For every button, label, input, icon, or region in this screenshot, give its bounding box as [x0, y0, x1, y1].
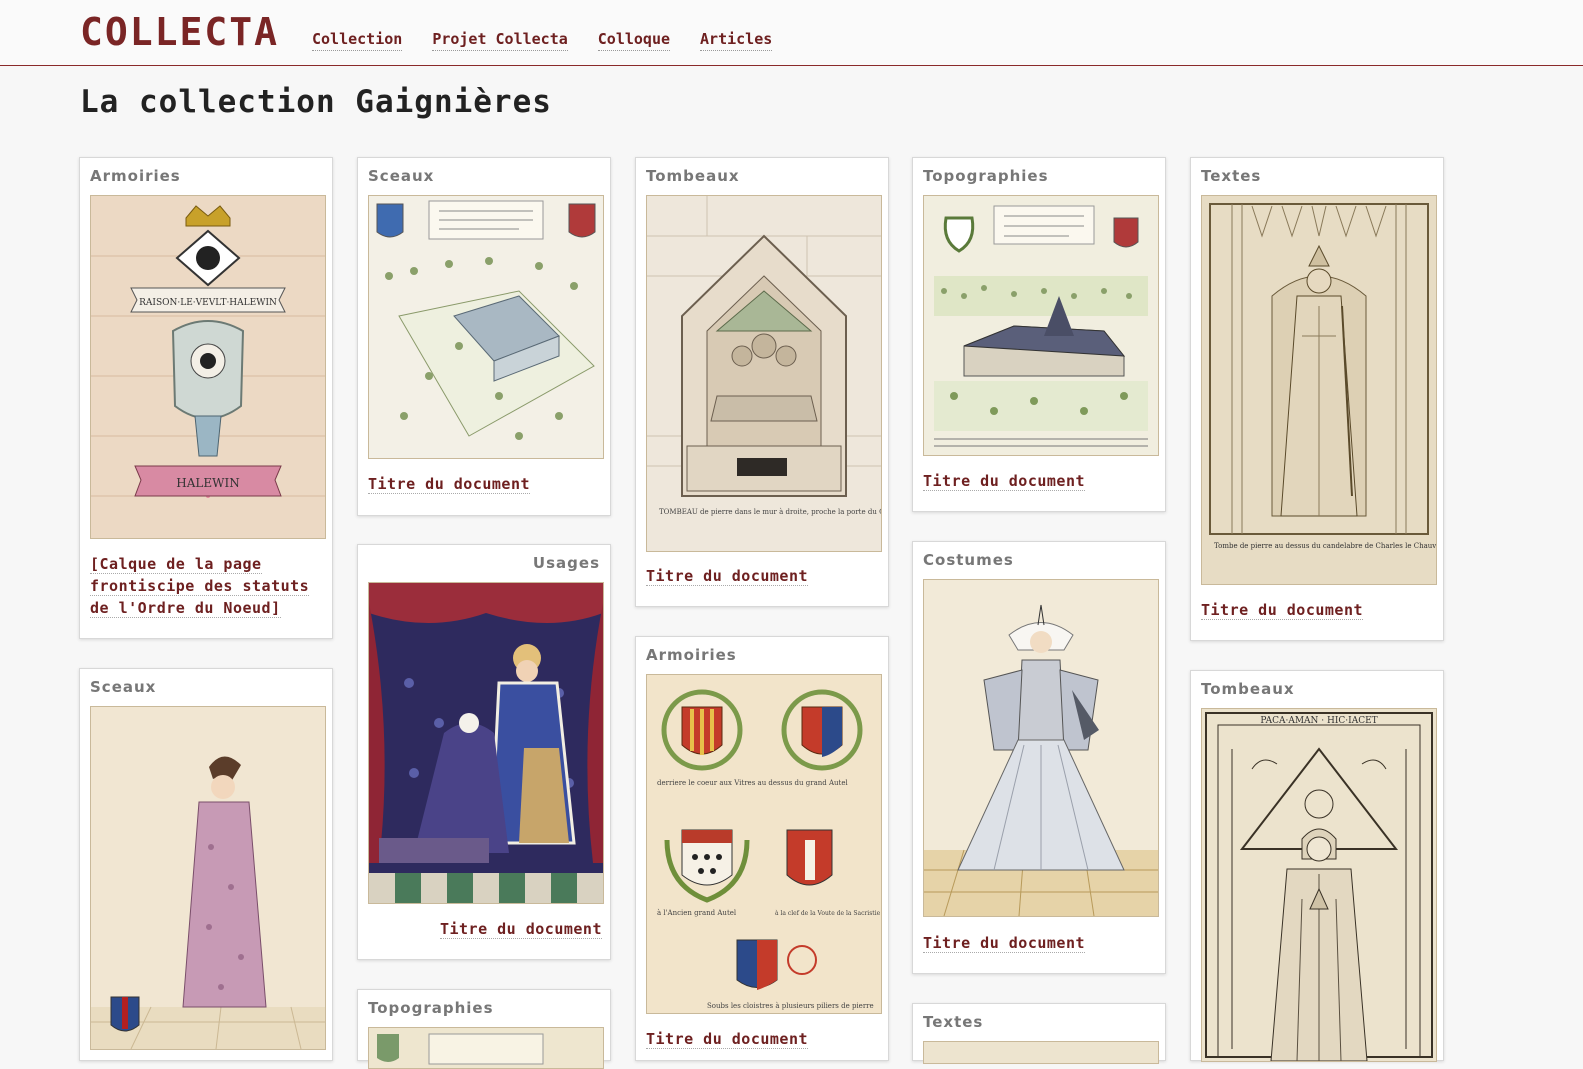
collection-card[interactable]: Tombeaux PACA·AMAN · HIC·IACET	[1190, 670, 1444, 1062]
card-thumbnail[interactable]	[368, 582, 604, 904]
card-thumbnail[interactable]: PACA·AMAN · HIC·IACET	[1201, 708, 1437, 1062]
card-category: Textes	[1201, 167, 1262, 185]
collection-card[interactable]: Armoiries RAISON·LE·VEVLT·HALEWIN HALEWI…	[79, 157, 333, 639]
card-thumbnail[interactable]: Tombe de pierre au dessus du candelabre …	[1201, 195, 1437, 585]
card-category: Topographies	[368, 999, 494, 1017]
card-title-link[interactable]: Titre du document	[368, 473, 602, 495]
nav-colloque[interactable]: Colloque	[597, 30, 671, 51]
card-title-link[interactable]: Titre du document	[923, 932, 1157, 954]
card-title-link[interactable]: Titre du document	[368, 918, 602, 940]
main-nav: Collection Projet Collecta Colloque Arti…	[312, 30, 773, 51]
collection-card[interactable]: Armoiries derriere le coeur aux Vitres a…	[635, 636, 889, 1061]
card-thumbnail[interactable]	[923, 195, 1159, 456]
textes-caption-text: Tombe de pierre au dessus du candelabre …	[1214, 542, 1436, 550]
card-thumbnail[interactable]: TOMBEAU de pierre dans le mur à droite, …	[646, 195, 882, 552]
card-title-link[interactable]: Titre du document	[1201, 599, 1435, 621]
collection-card[interactable]: Costumes Titre du document	[912, 541, 1166, 974]
arm-caption-3: à la clef de la Voute de la Sacristie	[775, 910, 881, 917]
collection-card[interactable]: Tombeaux TOMBEAU de pierre dans le mur à…	[635, 157, 889, 607]
arm-caption-1: derriere le coeur aux Vitres au dessus d…	[657, 779, 849, 787]
halewin-motto-text: RAISON·LE·VEVLT·HALEWIN	[139, 298, 277, 308]
card-title-link[interactable]: Titre du document	[646, 565, 880, 587]
tombeau-caption-text: TOMBEAU de pierre dans le mur à droite, …	[659, 507, 881, 516]
card-title: Titre du document	[646, 567, 809, 586]
card-title: Titre du document	[646, 1030, 809, 1049]
nav-collection[interactable]: Collection	[312, 30, 403, 51]
arm-caption-4: Soubs les cloistres à plusieurs piliers …	[707, 1001, 874, 1010]
card-category: Sceaux	[368, 167, 435, 185]
collection-card[interactable]: Topographies Titre du document	[912, 157, 1166, 512]
card-thumbnail[interactable]: derriere le coeur aux Vitres au dessus d…	[646, 674, 882, 1014]
card-thumbnail[interactable]	[368, 195, 604, 459]
collection-card[interactable]: Topographies	[357, 989, 611, 1069]
card-title: Titre du document	[439, 920, 602, 939]
card-thumbnail[interactable]	[90, 706, 326, 1050]
card-category: Tombeaux	[1201, 680, 1295, 698]
card-category: Armoiries	[90, 167, 181, 185]
card-category: Sceaux	[90, 678, 157, 696]
nav-articles[interactable]: Articles	[700, 30, 773, 51]
card-title-link[interactable]: Titre du document	[923, 470, 1157, 492]
collection-card[interactable]: Sceaux	[79, 668, 333, 1061]
arm-caption-2: à l'Ancien grand Autel	[657, 908, 737, 917]
card-category: Textes	[923, 1013, 984, 1031]
card-thumbnail[interactable]: RAISON·LE·VEVLT·HALEWIN HALEWIN	[90, 195, 326, 539]
tombeau2-top-text: PACA·AMAN · HIC·IACET	[1260, 716, 1377, 726]
card-title: [Calque de la page frontiscipe des statu…	[90, 555, 310, 618]
card-title: Titre du document	[923, 472, 1086, 491]
collection-card[interactable]: Textes Tombe de pierre au dessus du cand…	[1190, 157, 1444, 641]
card-category: Armoiries	[646, 646, 737, 664]
card-category: Usages	[532, 554, 600, 572]
card-title: Titre du document	[923, 934, 1086, 953]
nav-projet-collecta[interactable]: Projet Collecta	[432, 30, 568, 51]
card-category: Costumes	[923, 551, 1014, 569]
page-title: La collection Gaignières	[80, 84, 552, 120]
card-category: Topographies	[923, 167, 1049, 185]
collection-card[interactable]: Usages Titre du document	[357, 544, 611, 960]
top-bar: COLLECTA Collection Projet Collecta Coll…	[0, 0, 1583, 66]
card-title: Titre du document	[368, 475, 531, 494]
collection-card[interactable]: Textes	[912, 1003, 1166, 1064]
card-category: Tombeaux	[646, 167, 740, 185]
card-title-link[interactable]: [Calque de la page frontiscipe des statu…	[90, 553, 324, 619]
site-logo[interactable]: COLLECTA	[80, 10, 279, 54]
collection-card[interactable]: Sceaux Titre du document	[357, 157, 611, 516]
card-title: Titre du document	[1201, 601, 1364, 620]
card-title-link[interactable]: Titre du document	[646, 1028, 880, 1050]
halewin-banner-text: HALEWIN	[176, 476, 239, 490]
card-thumbnail[interactable]	[368, 1027, 604, 1069]
card-thumbnail[interactable]	[923, 579, 1159, 917]
